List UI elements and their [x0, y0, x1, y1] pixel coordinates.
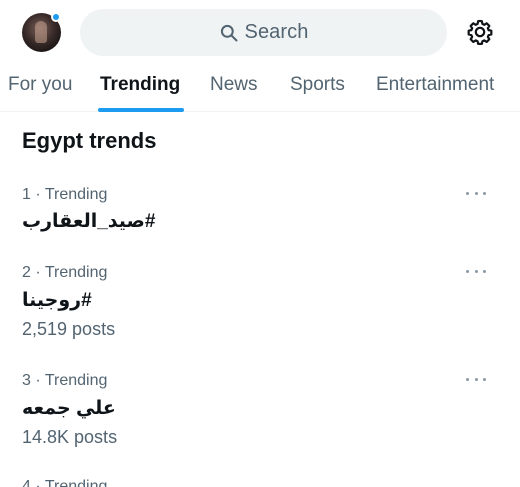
- trend-item[interactable]: 2 · Trending #روجينا 2,519 posts: [0, 264, 520, 348]
- active-tab-indicator: [98, 108, 184, 112]
- more-options-icon[interactable]: [466, 188, 486, 198]
- gear-icon[interactable]: [466, 18, 494, 46]
- more-options-icon[interactable]: [466, 266, 486, 276]
- trend-post-count: 2,519 posts: [22, 319, 116, 339]
- search-icon: [220, 24, 237, 41]
- tab-entertainment[interactable]: Entertainment: [376, 74, 494, 96]
- trend-meta: 2 · Trending: [22, 264, 108, 281]
- notification-dot: [51, 12, 61, 22]
- more-options-icon[interactable]: [466, 374, 486, 384]
- tab-sports[interactable]: Sports: [290, 74, 345, 96]
- trend-name: #صيد_العقارب: [22, 211, 156, 232]
- trend-meta: 1 · Trending: [22, 186, 108, 203]
- tab-bar: For you Trending News Sports Entertainme…: [0, 66, 520, 112]
- search-bar[interactable]: Search: [80, 9, 447, 56]
- tab-news[interactable]: News: [210, 74, 258, 96]
- trend-meta: 4 · Trending: [22, 478, 108, 487]
- tab-trending[interactable]: Trending: [100, 74, 180, 96]
- tab-for-you[interactable]: For you: [8, 74, 72, 96]
- trend-item[interactable]: 3 · Trending علي جمعه 14.8K posts: [0, 372, 520, 456]
- top-bar: Search: [0, 0, 520, 66]
- trend-item[interactable]: 4 · Trending: [0, 478, 520, 487]
- section-title: Egypt trends: [22, 128, 157, 153]
- trend-meta: 3 · Trending: [22, 372, 108, 389]
- trend-post-count: 14.8K posts: [22, 427, 118, 447]
- trend-item[interactable]: 1 · Trending #صيد_العقارب: [0, 186, 520, 250]
- trend-name: علي جمعه: [22, 398, 116, 419]
- search-placeholder: Search: [244, 21, 309, 43]
- trend-name: #روجينا: [22, 290, 92, 311]
